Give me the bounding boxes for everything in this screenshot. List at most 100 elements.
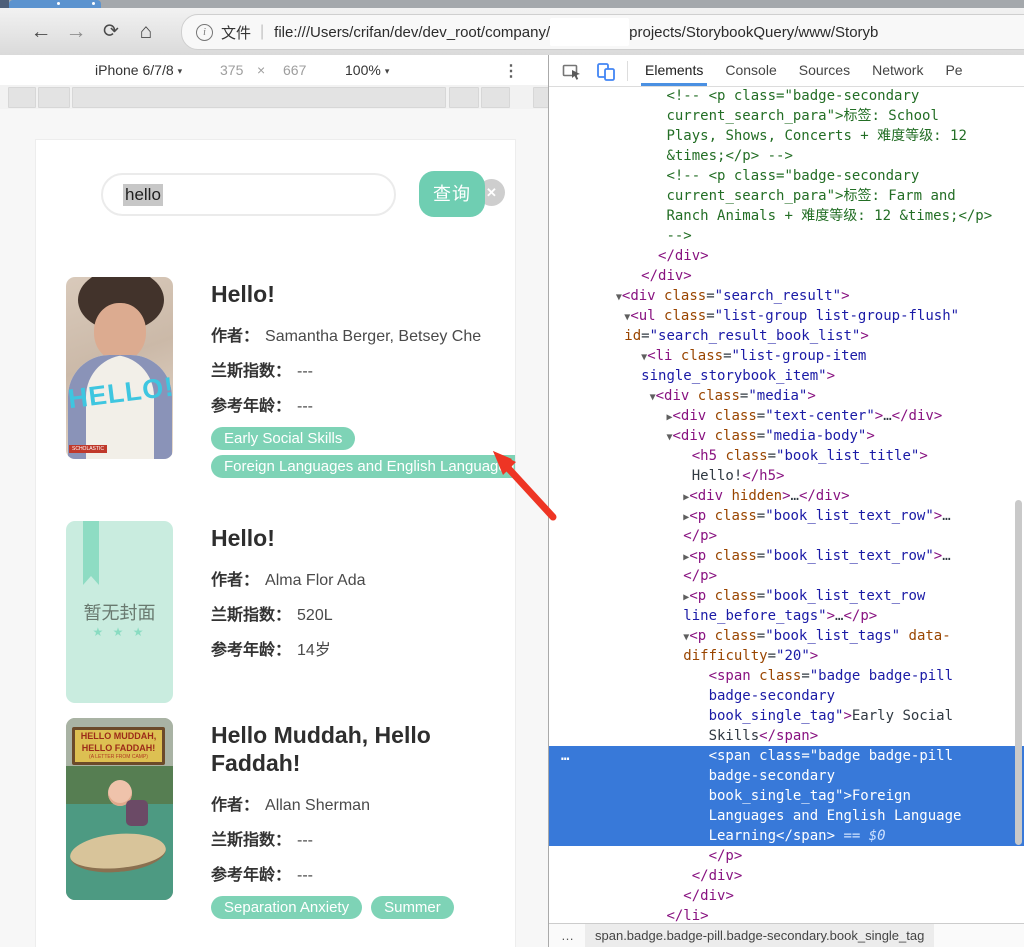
search-input[interactable]: hello — [101, 173, 396, 216]
book-field-value: 14岁 — [297, 642, 331, 659]
no-cover-text: 暂无封面 — [83, 603, 156, 623]
book-title: Hello! — [211, 281, 275, 307]
ruler-segment — [481, 87, 510, 108]
devtools-code-line[interactable]: ▶<div class="text-center">…</div> — [599, 406, 1024, 426]
devtools-code-line[interactable]: </p> — [599, 846, 1024, 866]
devtools-code-line[interactable]: ▶<p class="book_list_text_row — [599, 586, 1024, 606]
tag-pill: Early Social Skills — [211, 427, 356, 450]
book-list-item[interactable]: 暂无封面 ★ ★ ★ Hello! 作者： Alma Flor Ada 兰斯指数： 520L… — [66, 521, 515, 703]
devtools-code-line[interactable]: <!-- <p class="badge-secondary — [599, 166, 1024, 186]
device-width-field[interactable]: 375 — [220, 62, 243, 78]
inspect-element-icon[interactable] — [561, 60, 583, 82]
devtools-code-line[interactable]: ▼<li class="list-group-item — [599, 346, 1024, 366]
device-selector[interactable]: iPhone 6/7/8 ▾ — [95, 62, 182, 78]
devtools-code-line[interactable]: current_search_para">标签: Farm and — [599, 186, 1024, 206]
file-scheme-label: 文件 — [221, 24, 252, 42]
book-field-row: 兰斯指数： --- — [211, 357, 515, 381]
device-toolbar-menu-icon[interactable]: ⋮ — [497, 59, 525, 83]
devtools-code-line[interactable]: --> — [599, 226, 1024, 246]
page-info-icon[interactable]: i — [196, 23, 213, 41]
devtools-code-line[interactable]: Skills</span> — [599, 726, 1024, 746]
devtools-code-line[interactable]: difficulty="20"> — [599, 646, 1024, 666]
devtools-code-line[interactable]: ▶<p class="book_list_text_row">… — [599, 506, 1024, 526]
active-browser-tab[interactable] — [9, 0, 101, 8]
devtools-code-line[interactable]: </p> — [599, 526, 1024, 546]
scrollbar-thumb[interactable] — [1015, 500, 1022, 845]
toggle-device-toolbar-icon[interactable] — [595, 60, 617, 82]
book-list-item[interactable]: HELLO! SCHOLASTIC Hello! 作者： Samantha Berger… — [66, 277, 515, 483]
book-field-value: Allan Sherman — [265, 797, 370, 814]
cover-art — [126, 800, 148, 826]
devtools-code-line[interactable]: ▼<div class="search_result"> — [599, 286, 1024, 306]
devtools-code-line[interactable]: Ranch Animals + 难度等级: 12 &times;</p> — [599, 206, 1024, 226]
tab-network[interactable]: Network — [872, 55, 923, 86]
devtools-code-line[interactable]: <span class="badge badge-pill — [599, 666, 1024, 686]
breadcrumb-overflow-icon[interactable]: … — [561, 928, 575, 943]
devtools-code-line[interactable]: ▼<div class="media"> — [599, 386, 1024, 406]
search-input-value: hello — [123, 183, 163, 206]
devtools-code-line[interactable]: book_single_tag">Early Social — [599, 706, 1024, 726]
devtools-code-line[interactable]: </div> — [599, 886, 1024, 906]
app-content-card: hello ✕ 查询 HELLO! SCHOLASTIC Hello! 作者： Sama… — [35, 139, 516, 947]
ruler-segment — [72, 87, 446, 108]
book-field-value: --- — [297, 398, 313, 415]
cover-sign: HELLO MUDDAH, HELLO FADDAH! (A LETTER FROM… — [72, 727, 165, 765]
book-field-label: 兰斯指数： — [211, 832, 292, 849]
devtools-code-line[interactable]: </p> — [599, 566, 1024, 586]
devtools-code-line[interactable]: book_single_tag">Foreign — [549, 786, 1024, 806]
devtools-code-line[interactable]: ▼<p class="book_list_tags" data- — [599, 626, 1024, 646]
cover-sign-text: HELLO FADDAH! — [81, 743, 156, 753]
devtools-code-line[interactable]: ▶<p class="book_list_text_row">… — [599, 546, 1024, 566]
book-cover: 暂无封面 ★ ★ ★ — [66, 521, 173, 703]
tab-console[interactable]: Console — [725, 55, 776, 86]
devtools-code-line[interactable]: current_search_para">标签: School — [599, 106, 1024, 126]
devtools-code-line[interactable]: &times;</p> --> — [599, 146, 1024, 166]
devtools-code-line[interactable]: badge-secondary — [599, 686, 1024, 706]
device-height-field[interactable]: 667 — [283, 62, 306, 78]
forward-icon[interactable]: → — [63, 20, 89, 44]
devtools-code-line[interactable]: <span class="badge badge-pill — [549, 746, 1024, 766]
address-bar[interactable]: i 文件 | file:///Users/crifan/dev/dev_root… — [181, 14, 1024, 50]
devtools-code-line[interactable]: </li> — [599, 906, 1024, 924]
book-field-row: 兰斯指数： 520L — [211, 601, 515, 625]
devtools-code-line[interactable]: ▼<div class="media-body"> — [599, 426, 1024, 446]
rating-stars: ★ ★ ★ — [92, 625, 147, 639]
devtools-code-line[interactable]: ▶<div hidden>…</div> — [599, 486, 1024, 506]
devtools-code-line[interactable]: badge-secondary — [549, 766, 1024, 786]
device-ruler — [0, 85, 548, 110]
devtools-code-line[interactable]: Languages and English Language — [549, 806, 1024, 826]
back-icon[interactable]: ← — [28, 20, 54, 44]
cover-sign-text: HELLO MUDDAH, — [80, 731, 157, 741]
reload-icon[interactable]: ⟳ — [98, 20, 124, 44]
devtools-code-line[interactable]: ▼<ul class="list-group list-group-flush" — [599, 306, 1024, 326]
devtools-code-line[interactable]: line_before_tags">…</p> — [599, 606, 1024, 626]
devtools-code-line[interactable]: Plays, Shows, Concerts + 难度等级: 12 — [599, 126, 1024, 146]
book-field-label: 参考年龄： — [211, 642, 292, 659]
devtools-code-line[interactable]: </div> — [599, 246, 1024, 266]
devtools-code-line[interactable]: single_storybook_item"> — [599, 366, 1024, 386]
tag-pill: Foreign Languages and English Language L… — [211, 455, 515, 478]
tab-performance[interactable]: Pe — [945, 55, 962, 86]
devtools-code-line[interactable]: <h5 class="book_list_title"> — [599, 446, 1024, 466]
tab-sources[interactable]: Sources — [799, 55, 850, 86]
query-button[interactable]: 查询 — [419, 171, 485, 217]
breadcrumb-selected-node[interactable]: span.badge.badge-pill.badge-secondary.bo… — [585, 924, 935, 947]
book-list-item[interactable]: HELLO MUDDAH, HELLO FADDAH! (A LETTER FROM… — [66, 718, 515, 924]
devtools-code-line[interactable]: Learning</span> == $0 — [549, 826, 1024, 846]
book-field-row: 参考年龄： --- — [211, 861, 515, 885]
devtools-code-line[interactable]: <!-- <p class="badge-secondary — [599, 86, 1024, 106]
book-field-value: --- — [297, 867, 313, 884]
devtools-code-line[interactable]: id="search_result_book_list"> — [599, 326, 1024, 346]
devtools-code-line[interactable]: Hello!</h5> — [599, 466, 1024, 486]
elements-tree: <!-- <p class="badge-secondary current_s… — [549, 86, 1024, 924]
ruler-segment — [449, 87, 479, 108]
devtools-code-line[interactable]: </div> — [599, 266, 1024, 286]
book-cover: HELLO MUDDAH, HELLO FADDAH! (A LETTER FROM… — [66, 718, 173, 900]
tab-elements[interactable]: Elements — [640, 55, 708, 86]
url-text-prefix: file:///Users/crifan/dev/dev_root/compan… — [274, 23, 551, 41]
home-icon[interactable]: ⌂ — [133, 20, 159, 44]
zoom-selector[interactable]: 100% ▾ — [345, 62, 389, 78]
devtools-status-bar: … span.badge.badge-pill.badge-secondary.… — [549, 923, 1024, 947]
devtools-code-line[interactable]: </div> — [599, 866, 1024, 886]
book-field-label: 作者： — [211, 328, 260, 345]
